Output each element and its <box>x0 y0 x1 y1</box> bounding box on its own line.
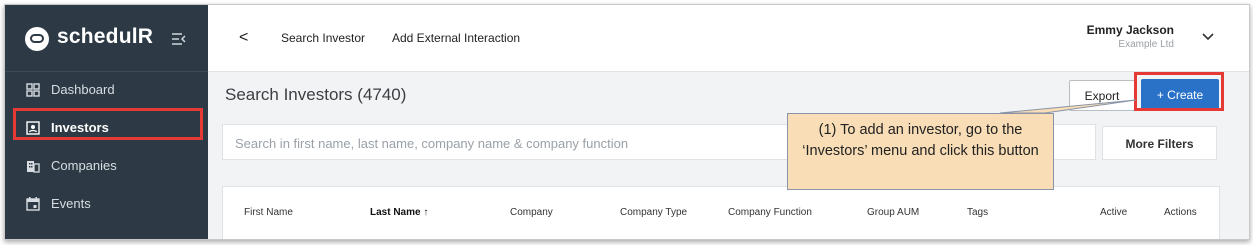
column-header-last-name[interactable]: Last Name ↑ <box>370 207 428 218</box>
export-button[interactable]: Export <box>1069 80 1135 111</box>
tab-search-investor[interactable]: Search Investor <box>281 31 365 45</box>
collapse-menu-icon[interactable] <box>172 32 186 48</box>
page-title: Search Investors (4740) <box>225 85 407 104</box>
create-button-highlight <box>1134 72 1224 111</box>
investors-menu-highlight <box>13 108 203 140</box>
tab-add-external-interaction[interactable]: Add External Interaction <box>392 31 520 45</box>
chevron-down-icon[interactable] <box>1202 28 1214 44</box>
column-header-company-type[interactable]: Company Type <box>620 207 687 218</box>
column-header-company-function[interactable]: Company Function <box>728 207 812 218</box>
user-name[interactable]: Emmy Jackson <box>1087 23 1174 37</box>
user-organization: Example Ltd <box>1118 39 1174 50</box>
back-button[interactable]: < <box>239 29 248 47</box>
column-header-first-name[interactable]: First Name <box>244 207 293 218</box>
column-header-tags[interactable]: Tags <box>967 207 988 218</box>
sidebar-item-label: Companies <box>51 158 117 173</box>
app-logo-text: schedulR <box>57 25 154 48</box>
top-bar: < Search Investor Add External Interacti… <box>208 5 1249 72</box>
logo-row: schedulR <box>5 5 208 72</box>
instruction-callout: (1) To add an investor, go to the ‘Inves… <box>787 113 1054 190</box>
column-header-company[interactable]: Company <box>510 207 553 218</box>
sidebar-item-label: Events <box>51 196 91 211</box>
dashboard-grid-icon <box>26 83 40 97</box>
sidebar-item-companies[interactable]: Companies <box>5 147 208 185</box>
column-header-active[interactable]: Active <box>1100 207 1127 218</box>
more-filters-button[interactable]: More Filters <box>1102 126 1217 160</box>
logo-icon <box>25 27 49 51</box>
building-icon <box>26 159 40 173</box>
column-header-actions: Actions <box>1164 207 1197 218</box>
calendar-icon <box>26 197 40 211</box>
sidebar-item-events[interactable]: Events <box>5 185 208 223</box>
sidebar-item-dashboard[interactable]: Dashboard <box>5 71 208 109</box>
search-input[interactable] <box>233 125 797 161</box>
sidebar-item-label: Dashboard <box>51 82 115 97</box>
column-header-group-aum[interactable]: Group AUM <box>867 207 919 218</box>
